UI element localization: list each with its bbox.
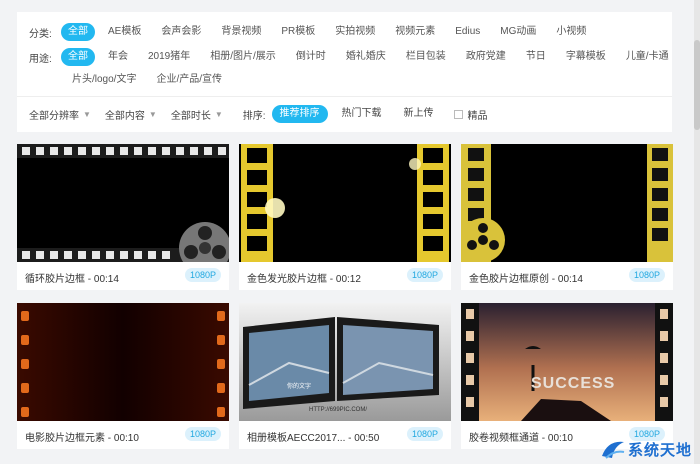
- video-thumbnail: SUCCESS: [461, 303, 673, 421]
- sort-label: 排序:: [242, 110, 266, 122]
- photo-caption: 你的文字: [287, 384, 312, 390]
- video-thumbnail: [17, 303, 229, 421]
- resolution-badge: 1080P: [629, 268, 665, 282]
- usage-row-2: 片头/logo/文字 企业/产品/宣传: [65, 70, 235, 90]
- usage-tag-subtitle[interactable]: 字幕模板: [559, 48, 613, 66]
- watermark-text: 系统天地: [627, 441, 692, 459]
- premium-label: 精品: [467, 110, 488, 122]
- category-tag-mg[interactable]: MG动画: [493, 23, 543, 41]
- resolution-dropdown[interactable]: 全部分辨率 ▼: [29, 107, 91, 122]
- resolution-label: 全部分辨率: [29, 110, 79, 122]
- photo-url: HTTP://699PIC.COM/: [309, 407, 368, 413]
- video-card[interactable]: 金色发光胶片边框 - 00:12 1080P: [239, 144, 451, 290]
- category-tag-ae[interactable]: AE模板: [101, 23, 148, 41]
- video-title: 金色发光胶片边框 - 00:12: [247, 274, 361, 285]
- success-text: SUCCESS: [531, 375, 616, 392]
- video-thumbnail: 你的文字 HTTP://699PIC.COM/: [239, 303, 451, 421]
- filter-panel: 分类: 全部 AE模板 会声会影 背景视频 PR模板 实拍视频 视频元素 Edi…: [17, 12, 672, 132]
- duration-dropdown[interactable]: 全部时长 ▼: [171, 107, 223, 122]
- usage-tag-countdown[interactable]: 倒计时: [289, 48, 333, 66]
- checkbox-box: [453, 109, 463, 119]
- category-tag-live[interactable]: 实拍视频: [328, 23, 382, 41]
- video-thumbnail: [239, 144, 451, 262]
- usage-tag-wedding[interactable]: 婚礼婚庆: [339, 48, 393, 66]
- watermark: 系统天地: [600, 438, 692, 460]
- chevron-down-icon: ▼: [83, 109, 91, 119]
- video-title: 相册模板AECC2017... - 00:50: [247, 433, 380, 444]
- content-label: 全部内容: [104, 110, 145, 122]
- divider: [17, 96, 672, 97]
- usage-row: 用途: 全部 年会 2019猪年 相册/图片/展示 倒计时 婚礼婚庆 栏目包装 …: [29, 47, 682, 67]
- category-tag-background[interactable]: 背景视频: [214, 23, 268, 41]
- video-title: 金色胶片边框原创 - 00:14: [469, 274, 583, 285]
- usage-tag-kids[interactable]: 儿童/卡通: [619, 48, 676, 66]
- usage-tag-festival[interactable]: 节日: [519, 48, 553, 66]
- category-tag-all[interactable]: 全部: [61, 23, 95, 41]
- sort-popular-button[interactable]: 热门下载: [334, 105, 390, 123]
- duration-label: 全部时长: [170, 110, 211, 122]
- watermark-logo-icon: [601, 441, 625, 459]
- premium-checkbox[interactable]: 精品: [453, 107, 488, 122]
- video-card[interactable]: 电影胶片边框元素 - 00:10 1080P: [17, 303, 229, 449]
- video-title: 循环胶片边框 - 00:14: [25, 274, 119, 285]
- resolution-badge: 1080P: [407, 268, 443, 282]
- chevron-down-icon: ▼: [214, 109, 223, 119]
- usage-label: 用途:: [29, 53, 52, 65]
- video-card[interactable]: 循环胶片边框 - 00:14 1080P: [17, 144, 229, 290]
- sort-bar: 全部分辨率 ▼ 全部内容 ▼ 全部时长 ▼ 排序: 推荐排序 热门下载 新上传 精品: [29, 104, 488, 124]
- video-card[interactable]: 你的文字 HTTP://699PIC.COM/ 相册模板AECC2017... …: [239, 303, 451, 449]
- video-card[interactable]: SUCCESS 胶卷视频框通道 - 00:10 1080P: [461, 303, 673, 449]
- category-row: 分类: 全部 AE模板 会声会影 背景视频 PR模板 实拍视频 视频元素 Edi…: [29, 22, 599, 42]
- video-title: 电影胶片边框元素 - 00:10: [25, 433, 139, 444]
- usage-tag-all[interactable]: 全部: [61, 48, 95, 66]
- scrollbar-thumb[interactable]: [694, 40, 700, 130]
- usage-tag-album[interactable]: 相册/图片/展示: [203, 48, 283, 66]
- category-tag-edius[interactable]: Edius: [448, 23, 487, 41]
- category-tag-short[interactable]: 小视频: [549, 23, 593, 41]
- category-tag-huisheng[interactable]: 会声会影: [154, 23, 208, 41]
- category-label: 分类:: [29, 28, 52, 40]
- usage-tag-enterprise[interactable]: 企业/产品/宣传: [149, 71, 229, 89]
- usage-tag-2019[interactable]: 2019猪年: [141, 48, 197, 66]
- usage-tag-annual[interactable]: 年会: [101, 48, 135, 66]
- usage-tag-column[interactable]: 栏目包装: [399, 48, 453, 66]
- usage-tag-government[interactable]: 政府党建: [459, 48, 513, 66]
- chevron-down-icon: ▼: [148, 109, 157, 119]
- resolution-badge: 1080P: [407, 427, 443, 441]
- usage-tag-logo[interactable]: 片头/logo/文字: [65, 71, 143, 89]
- resolution-badge: 1080P: [185, 427, 221, 441]
- category-tag-pr[interactable]: PR模板: [274, 23, 322, 41]
- sort-recommended-button[interactable]: 推荐排序: [271, 105, 328, 123]
- video-card[interactable]: 金色胶片边框原创 - 00:14 1080P: [461, 144, 673, 290]
- video-thumbnail: [17, 144, 229, 262]
- video-thumbnail: [461, 144, 673, 262]
- content-dropdown[interactable]: 全部内容 ▼: [105, 107, 157, 122]
- category-tag-elements[interactable]: 视频元素: [388, 23, 442, 41]
- sort-newest-button[interactable]: 新上传: [396, 105, 442, 123]
- resolution-badge: 1080P: [185, 268, 221, 282]
- video-title: 胶卷视频框通道 - 00:10: [469, 433, 573, 444]
